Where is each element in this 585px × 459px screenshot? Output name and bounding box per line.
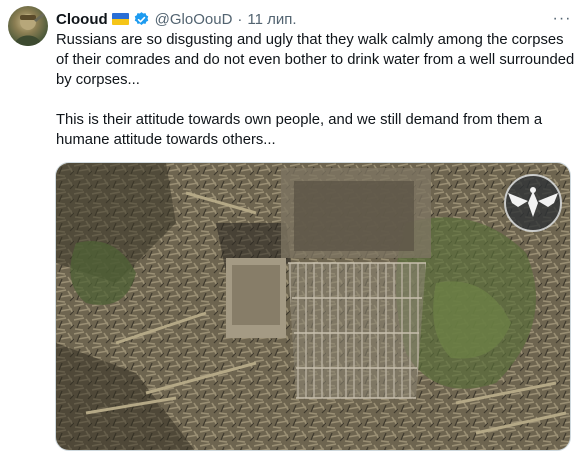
tweet-paragraph: Russians are so disgusting and ugly that… (56, 32, 575, 88)
tweet-media-video[interactable] (55, 162, 571, 451)
more-options-icon[interactable]: ··· (551, 8, 573, 30)
avatar[interactable] (8, 6, 48, 46)
tweet-card[interactable]: Clooud @GloOouD · 11 лип. ··· Russians a… (0, 0, 585, 459)
tweet-header: Clooud @GloOouD · 11 лип. (56, 9, 297, 29)
user-handle[interactable]: @GloOouD (155, 11, 233, 28)
tweet-timestamp[interactable]: 11 лип. (247, 11, 296, 28)
tweet-paragraph: This is their attitude towards own peopl… (56, 112, 543, 148)
ukraine-flag-icon (111, 13, 129, 25)
eagle-emblem-icon (504, 174, 562, 232)
tweet-text: Russians are so disgusting and ugly that… (56, 30, 576, 150)
verified-badge-icon (133, 11, 150, 28)
display-name[interactable]: Clooud (56, 11, 108, 28)
separator-dot: · (237, 10, 243, 28)
aerial-rubble-image (56, 163, 570, 450)
